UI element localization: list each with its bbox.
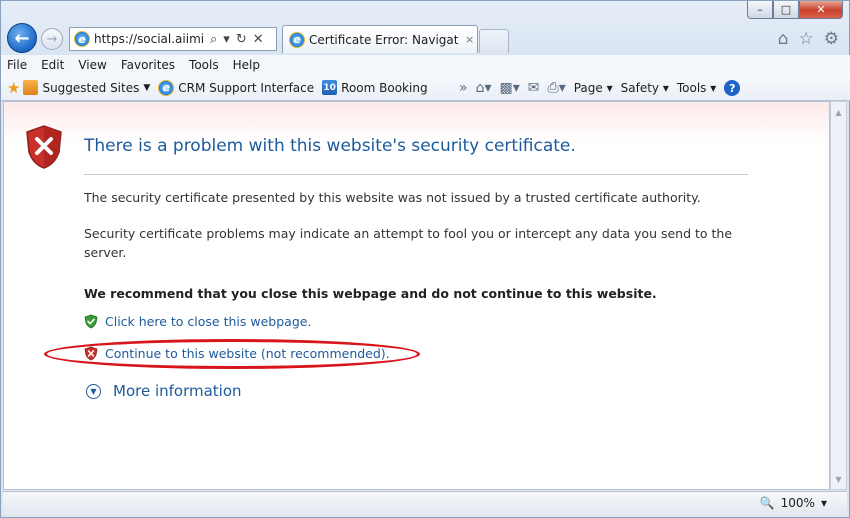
refresh-icon[interactable]: ↻ — [236, 32, 247, 47]
menu-help[interactable]: Help — [233, 58, 260, 72]
status-bar: 🔍 100% ▾ — [3, 491, 847, 515]
more-information-toggle[interactable]: ▼ More information — [86, 382, 242, 400]
continue-website-label: Continue to this website (not recommende… — [105, 346, 390, 361]
favorites-overflow-icon[interactable]: » — [459, 80, 468, 96]
tab-close-icon[interactable]: × — [465, 33, 474, 46]
menu-tools[interactable]: Tools — [189, 58, 219, 72]
chevron-down-icon[interactable]: ▾ — [821, 496, 827, 510]
close-window-button[interactable]: ✕ — [799, 1, 843, 19]
mail-icon[interactable]: ✉ — [528, 80, 540, 96]
arrow-left-icon: ← — [14, 27, 30, 49]
home-cmd-icon[interactable]: ⌂▾ — [476, 80, 492, 96]
back-button[interactable]: ← — [7, 23, 37, 53]
menu-edit[interactable]: Edit — [41, 58, 64, 72]
fav-suggested-sites-label: Suggested Sites — [42, 80, 140, 95]
zoom-level: 100% — [780, 496, 815, 510]
warning-shield-icon — [84, 346, 98, 361]
print-icon[interactable]: ⎙▾ — [548, 80, 566, 96]
scroll-down-icon[interactable]: ▼ — [831, 471, 846, 487]
browser-right-icons: ⌂ ☆ ⚙ — [778, 29, 839, 49]
zoom-control[interactable]: 🔍 100% ▾ — [760, 496, 827, 510]
fav-suggested-sites[interactable]: Suggested Sites ▼ — [23, 80, 150, 95]
ie-tab-icon: e — [289, 31, 305, 48]
favorites-add-icon[interactable]: ★ — [7, 79, 20, 97]
page-menu[interactable]: Page ▾ — [574, 81, 613, 95]
url-text[interactable]: https://social.aiimi... — [94, 32, 204, 46]
fav-crm-label: CRM Support Interface — [178, 80, 315, 95]
menu-bar: File Edit View Favorites Tools Help — [1, 55, 850, 75]
menu-favorites[interactable]: Favorites — [121, 58, 175, 72]
ie-page-icon: e — [74, 31, 90, 47]
stop-icon[interactable]: ✕ — [253, 32, 264, 47]
page-content: There is a problem with this website's s… — [3, 101, 830, 490]
feeds-icon[interactable]: ▩▾ — [500, 80, 520, 96]
close-webpage-label: Click here to close this webpage. — [105, 314, 312, 329]
vertical-scrollbar[interactable]: ▲ ▼ — [830, 101, 847, 490]
fav-crm-support[interactable]: e CRM Support Interface — [158, 79, 315, 96]
menu-view[interactable]: View — [78, 58, 106, 72]
recommendation-text: We recommend that you close this webpage… — [84, 286, 657, 301]
maximize-button[interactable]: □ — [773, 1, 799, 19]
title-divider — [84, 174, 748, 175]
home-icon[interactable]: ⌂ — [778, 29, 789, 49]
command-bar: » ⌂▾ ▩▾ ✉ ⎙▾ Page ▾ Safety ▾ Tools ▾ ? — [459, 75, 741, 101]
fav-room-booking-label: Room Booking — [341, 80, 428, 95]
favorites-star-icon[interactable]: ☆ — [799, 29, 814, 49]
tools-menu[interactable]: Tools ▾ — [677, 81, 716, 95]
calendar-icon: 10 — [322, 80, 338, 95]
safe-shield-icon — [84, 314, 98, 329]
continue-website-link[interactable]: Continue to this website (not recommende… — [84, 346, 390, 361]
menu-file[interactable]: File — [7, 58, 27, 72]
fav-room-booking[interactable]: 10 Room Booking — [322, 80, 428, 95]
tab-label: Certificate Error: Navigation... — [309, 32, 459, 47]
page-title: There is a problem with this website's s… — [84, 136, 576, 156]
error-shield-icon — [26, 125, 62, 169]
search-icon[interactable]: ⌕ — [210, 32, 217, 47]
close-webpage-link[interactable]: Click here to close this webpage. — [84, 314, 311, 329]
navigation-row: ← → e https://social.aiimi... ⌕ ▾ ↻ ✕ e … — [1, 21, 850, 53]
safety-menu[interactable]: Safety ▾ — [621, 81, 669, 95]
help-icon[interactable]: ? — [724, 80, 741, 96]
suggested-sites-icon — [23, 80, 39, 95]
window-controls: – □ ✕ — [747, 1, 843, 19]
zoom-magnifier-icon: 🔍 — [759, 496, 775, 510]
tab-certificate-error[interactable]: e Certificate Error: Navigation... × — [282, 25, 478, 53]
chevron-down-icon: ▼ — [143, 82, 151, 93]
arrow-right-icon: → — [46, 31, 58, 47]
new-tab-button[interactable] — [479, 29, 509, 53]
dropdown-icon[interactable]: ▾ — [223, 32, 230, 47]
address-tools: ⌕ ▾ ↻ ✕ — [210, 32, 264, 47]
address-bar[interactable]: e https://social.aiimi... ⌕ ▾ ↻ ✕ — [69, 27, 277, 51]
scroll-up-icon[interactable]: ▲ — [831, 104, 846, 120]
chevron-down-circle-icon: ▼ — [86, 383, 101, 399]
safety-menu-label: Safety — [620, 81, 660, 95]
tools-menu-label: Tools — [676, 81, 707, 95]
ie-fav-icon: e — [158, 79, 175, 96]
page-menu-label: Page — [573, 81, 603, 95]
gear-icon[interactable]: ⚙ — [824, 29, 839, 49]
minimize-button[interactable]: – — [747, 1, 773, 19]
risk-explanation: Security certificate problems may indica… — [84, 226, 733, 260]
forward-button[interactable]: → — [41, 28, 63, 50]
certificate-explanation: The security certificate presented by th… — [84, 190, 701, 205]
more-information-label: More information — [113, 382, 242, 400]
